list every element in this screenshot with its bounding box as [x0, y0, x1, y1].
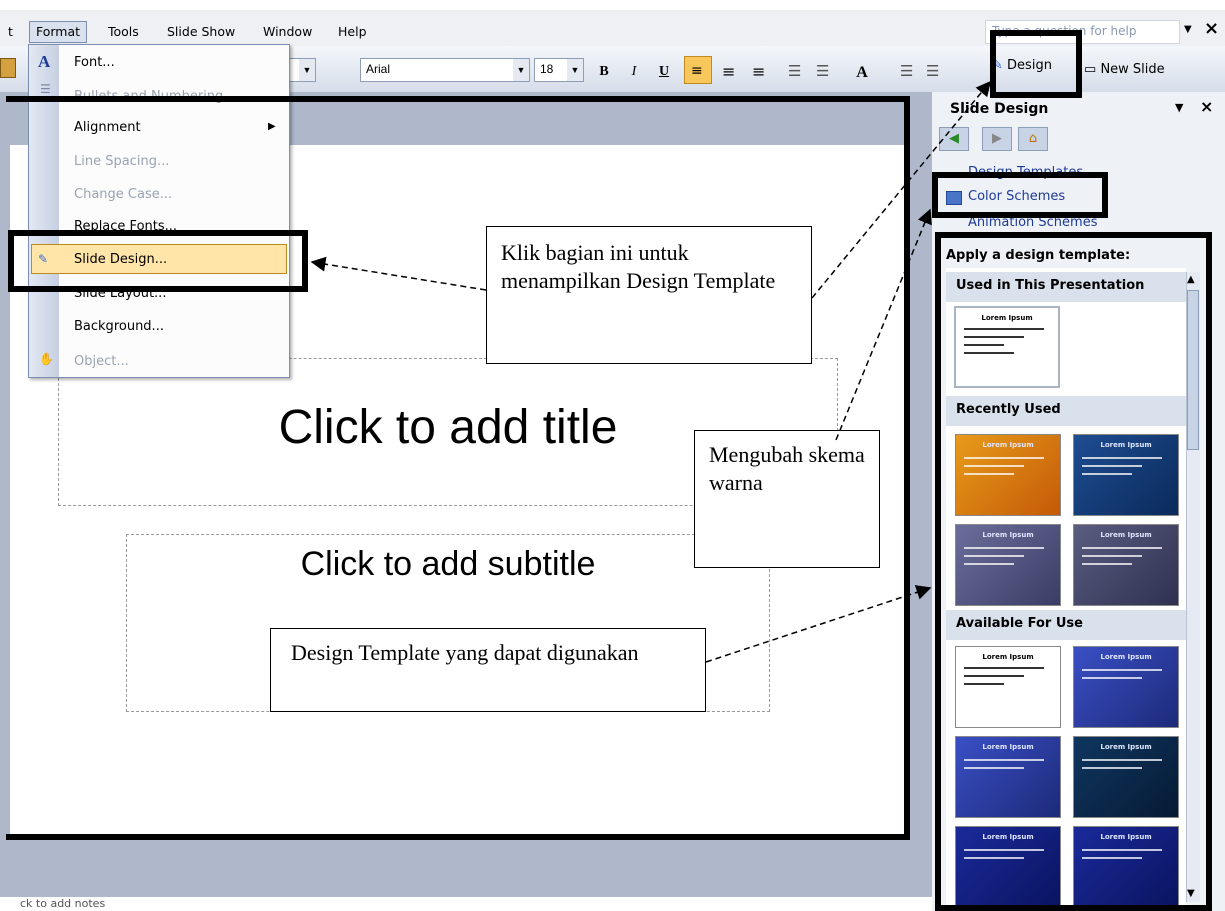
arrow-to-design-button: [811, 80, 991, 299]
arrow-to-slide-design-menu: [310, 256, 487, 291]
annotation-arrows: [310, 80, 991, 663]
arrow-to-template-gallery: [705, 585, 932, 663]
arrow-to-color-schemes: [835, 208, 932, 441]
